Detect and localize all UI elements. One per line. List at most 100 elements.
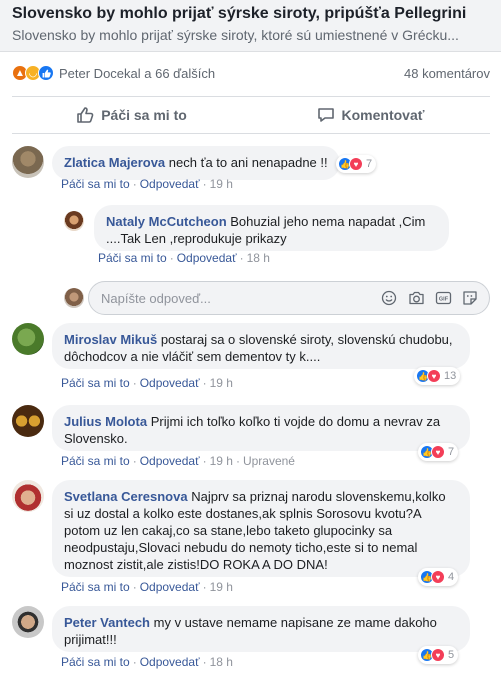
post-action-bar: Páči sa mi to Komentovať <box>12 96 490 134</box>
emoji-icon[interactable] <box>380 289 398 307</box>
comment: Julius Molota Prijmi ich toľko koľko ti … <box>12 405 470 451</box>
comment-bubble: Nataly McCutcheon Bohuzial jeho nema nap… <box>94 205 449 251</box>
comment-bubble: Peter Vantech my v ustave nemame napisan… <box>52 606 470 652</box>
sticker-icon[interactable] <box>461 289 479 307</box>
thumbs-up-icon <box>77 107 94 123</box>
current-user-avatar <box>64 288 84 308</box>
comment-button[interactable]: Komentovať <box>251 97 490 133</box>
avatar[interactable] <box>64 211 84 231</box>
comment-reply-link[interactable]: Odpovedať <box>140 580 200 594</box>
comment-like-link[interactable]: Páči sa mi to <box>61 376 130 390</box>
post-reactions-summary: ▲ ◡ Peter Docekal a 66 ďalších 48 koment… <box>12 60 490 86</box>
camera-icon[interactable] <box>407 289 425 307</box>
comment: Zlatica Majerova nech ťa to ani nenapadn… <box>12 146 340 180</box>
gif-icon[interactable]: GIF <box>434 289 452 307</box>
comment-reply-link[interactable]: Odpovedať <box>140 376 200 390</box>
separator: · <box>169 251 174 265</box>
comment-reaction-count[interactable]: 👍 ♥ 7 <box>418 443 459 461</box>
reply-comment: Nataly McCutcheon Bohuzial jeho nema nap… <box>64 205 449 251</box>
separator: · <box>202 454 207 468</box>
comment-like-link[interactable]: Páči sa mi to <box>61 177 130 191</box>
comment-meta: Páči sa mi to · Odpovedať · 18 h <box>98 251 270 265</box>
reactors-text[interactable]: Peter Docekal a 66 ďalších <box>59 66 215 81</box>
like-button[interactable]: Páči sa mi to <box>12 97 251 133</box>
separator: · <box>202 655 207 669</box>
comment-author[interactable]: Nataly McCutcheon <box>106 214 227 229</box>
separator: · <box>132 655 137 669</box>
link-preview[interactable]: Slovensko by mohlo prijať sýrske siroty,… <box>0 0 501 52</box>
comment-like-link[interactable]: Páči sa mi to <box>61 454 130 468</box>
comment-time[interactable]: 19 h <box>210 454 233 468</box>
link-preview-description: Slovensko by mohlo prijať sýrske siroty,… <box>12 27 459 43</box>
comment-reaction-count[interactable]: 👍 ♥ 4 <box>418 568 459 586</box>
separator: · <box>132 376 137 390</box>
separator: · <box>132 177 137 191</box>
comment-meta: Páči sa mi to · Odpovedať · 19 h <box>61 177 233 191</box>
edited-label[interactable]: Upravené <box>243 454 295 468</box>
comment-author[interactable]: Zlatica Majerova <box>64 155 165 170</box>
comment-time[interactable]: 19 h <box>210 177 233 191</box>
link-preview-title[interactable]: Slovensko by mohlo prijať sýrske siroty,… <box>12 4 489 24</box>
comment-author[interactable]: Svetlana Ceresnova <box>64 489 188 504</box>
reaction-count: 7 <box>366 158 373 170</box>
love-icon: ♥ <box>427 369 441 383</box>
love-icon: ♥ <box>431 445 445 459</box>
love-icon: ♥ <box>431 648 445 662</box>
like-button-label: Páči sa mi to <box>101 107 187 123</box>
avatar[interactable] <box>12 405 44 437</box>
separator: · <box>202 580 207 594</box>
svg-text:GIF: GIF <box>438 297 448 303</box>
comment-bubble: Zlatica Majerova nech ťa to ani nenapadn… <box>52 146 340 180</box>
separator: · <box>235 454 240 468</box>
separator: · <box>239 251 244 265</box>
comment-reply-link[interactable]: Odpovedať <box>140 177 200 191</box>
comment-meta: Páči sa mi to · Odpovedať · 19 h <box>61 580 233 594</box>
reaction-count: 7 <box>448 446 455 458</box>
reaction-count: 4 <box>448 571 455 583</box>
comment-author[interactable]: Julius Molota <box>64 414 147 429</box>
comment: Miroslav Mikuš postaraj sa o slovenské s… <box>12 323 470 369</box>
avatar[interactable] <box>12 606 44 638</box>
reply-input[interactable] <box>101 290 380 306</box>
reaction-count: 5 <box>448 649 455 661</box>
comment-author[interactable]: Miroslav Mikuš <box>64 332 157 347</box>
comment-like-link[interactable]: Páči sa mi to <box>61 655 130 669</box>
avatar[interactable] <box>12 323 44 355</box>
reaction-count: 13 <box>444 370 457 382</box>
comment: Svetlana Ceresnova Najprv sa priznaj nar… <box>12 480 470 577</box>
comment-reply-link[interactable]: Odpovedať <box>140 655 200 669</box>
comments-count[interactable]: 48 komentárov <box>404 66 490 81</box>
comment-time[interactable]: 18 h <box>210 655 233 669</box>
comment-text: nech ťa to ani nenapadne !! <box>168 155 328 170</box>
comment-author[interactable]: Peter Vantech <box>64 615 150 630</box>
comment-like-link[interactable]: Páči sa mi to <box>98 251 167 265</box>
comment-bubble: Miroslav Mikuš postaraj sa o slovenské s… <box>52 323 470 369</box>
separator: · <box>202 177 207 191</box>
separator: · <box>202 376 207 390</box>
love-icon: ♥ <box>349 157 363 171</box>
comment-button-label: Komentovať <box>341 107 425 123</box>
reply-input-box[interactable]: GIF <box>88 281 490 315</box>
avatar[interactable] <box>12 480 44 512</box>
love-icon: ♥ <box>431 570 445 584</box>
comment-meta: Páči sa mi to · Odpovedať · 18 h <box>61 655 233 669</box>
comment-reply-link[interactable]: Odpovedať <box>177 251 237 265</box>
like-icon[interactable] <box>38 65 54 81</box>
comment-like-link[interactable]: Páči sa mi to <box>61 580 130 594</box>
comment-time[interactable]: 18 h <box>247 251 270 265</box>
comment-meta: Páči sa mi to · Odpovedať · 19 h · Upravené <box>61 454 295 468</box>
comment-time[interactable]: 19 h <box>210 376 233 390</box>
comment-icon <box>317 108 334 122</box>
comment-time[interactable]: 19 h <box>210 580 233 594</box>
separator: · <box>132 580 137 594</box>
separator: · <box>132 454 137 468</box>
comment-bubble: Svetlana Ceresnova Najprv sa priznaj nar… <box>52 480 470 577</box>
comment-reaction-count[interactable]: 👍 ♥ 5 <box>418 646 459 664</box>
comment: Peter Vantech my v ustave nemame napisan… <box>12 606 470 652</box>
comment-reaction-count[interactable]: 👍 ♥ 13 <box>414 367 461 385</box>
comment-bubble: Julius Molota Prijmi ich toľko koľko ti … <box>52 405 470 451</box>
comment-reaction-count[interactable]: 👍 ♥ 7 <box>336 155 377 173</box>
comment-meta: Páči sa mi to · Odpovedať · 19 h <box>61 376 233 390</box>
avatar[interactable] <box>12 146 44 178</box>
comment-reply-link[interactable]: Odpovedať <box>140 454 200 468</box>
